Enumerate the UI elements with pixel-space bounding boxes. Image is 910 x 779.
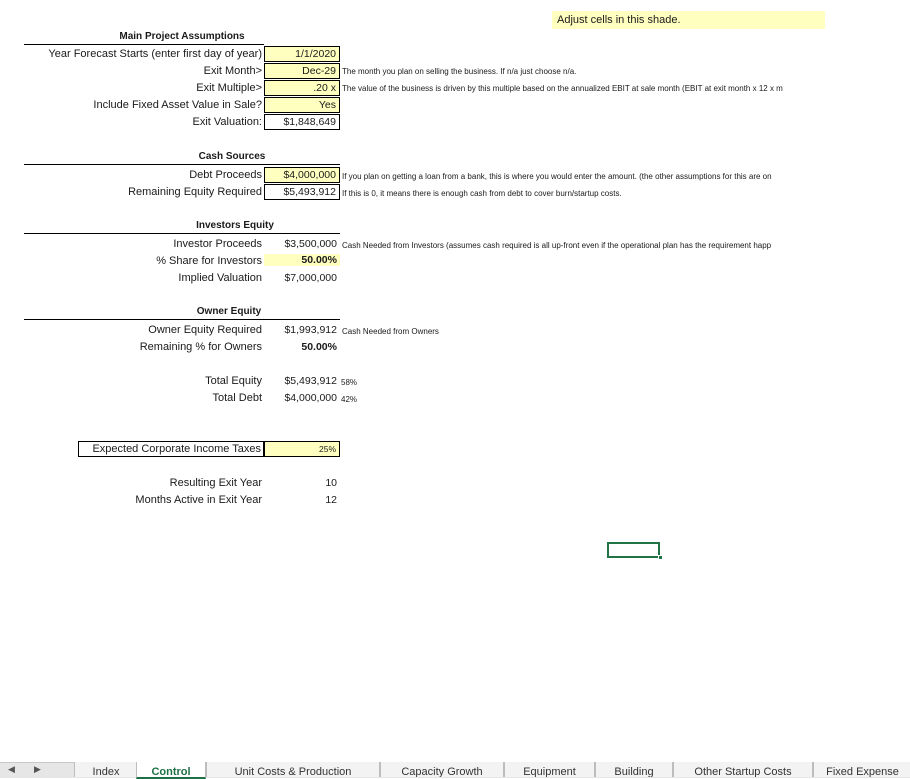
tab-capacity-growth[interactable]: Capacity Growth xyxy=(380,762,504,777)
label-exit-valuation: Exit Valuation: xyxy=(192,116,262,128)
label-forecast-start: Year Forecast Starts (enter first day of… xyxy=(48,48,262,60)
cell-owner-equity-required[interactable]: $1,993,912 xyxy=(264,324,337,336)
cell-total-equity[interactable]: $5,493,912 xyxy=(264,375,337,387)
cash-sources-rule xyxy=(24,164,340,165)
active-cell-selection[interactable] xyxy=(607,542,660,558)
investors-equity-rule xyxy=(24,233,340,234)
cell-exit-year[interactable]: 10 xyxy=(264,477,337,489)
label-exit-month: Exit Month> xyxy=(203,65,262,77)
cell-include-fixed-assets[interactable]: Yes xyxy=(264,97,340,113)
cell-investor-share[interactable]: 50.00% xyxy=(264,254,340,266)
owner-equity-rule xyxy=(24,319,340,320)
note-debt-proceeds: If you plan on getting a loan from a ban… xyxy=(342,172,772,181)
cell-exit-valuation[interactable]: $1,848,649 xyxy=(264,114,340,130)
cell-exit-month[interactable]: Dec-29 xyxy=(264,63,340,79)
tab-other-startup-costs[interactable]: Other Startup Costs xyxy=(673,762,813,777)
label-remaining-owners: Remaining % for Owners xyxy=(139,341,262,353)
input-legend-banner: Adjust cells in this shade. xyxy=(552,11,825,29)
label-debt-proceeds: Debt Proceeds xyxy=(189,169,262,181)
label-implied-valuation: Implied Valuation xyxy=(178,272,262,284)
tab-index[interactable]: Index xyxy=(74,762,138,777)
label-total-equity: Total Equity xyxy=(205,375,262,387)
label-total-debt: Total Debt xyxy=(212,392,262,404)
cell-remaining-equity[interactable]: $5,493,912 xyxy=(264,184,340,200)
scroll-tabs-left-icon[interactable]: ◀ xyxy=(8,764,15,775)
label-include-fixed-assets: Include Fixed Asset Value in Sale? xyxy=(93,99,262,111)
tab-fixed-expense[interactable]: Fixed Expense xyxy=(813,762,910,777)
owner-equity-title: Owner Equity xyxy=(196,306,262,317)
tab-building[interactable]: Building xyxy=(595,762,673,777)
label-investor-share: % Share for Investors xyxy=(156,255,262,267)
label-owner-equity-required: Owner Equity Required xyxy=(148,324,262,336)
tab-equipment[interactable]: Equipment xyxy=(504,762,595,777)
fill-handle[interactable] xyxy=(658,555,663,560)
note-exit-month: The month you plan on selling the busine… xyxy=(342,67,577,76)
scroll-tabs-right-icon[interactable]: ▶ xyxy=(34,764,41,775)
main-assumptions-rule xyxy=(24,44,264,45)
cell-forecast-start[interactable]: 1/1/2020 xyxy=(264,46,340,62)
cell-corporate-taxes[interactable]: 25% xyxy=(264,441,340,457)
note-investor-proceeds: Cash Needed from Investors (assumes cash… xyxy=(342,241,772,250)
cell-remaining-owners[interactable]: 50.00% xyxy=(264,341,337,353)
note-remaining-equity: If this is 0, it means there is enough c… xyxy=(342,189,622,198)
label-investor-proceeds: Investor Proceeds xyxy=(173,238,262,250)
label-corporate-taxes: Expected Corporate Income Taxes xyxy=(78,441,264,457)
label-months-active: Months Active in Exit Year xyxy=(135,494,262,506)
label-exit-year: Resulting Exit Year xyxy=(169,477,262,489)
cash-sources-title: Cash Sources xyxy=(198,151,266,162)
main-assumptions-title: Main Project Assumptions xyxy=(119,31,245,42)
label-remaining-equity: Remaining Equity Required xyxy=(128,186,262,198)
note-exit-multiple: The value of the business is driven by t… xyxy=(342,84,783,93)
cell-implied-valuation[interactable]: $7,000,000 xyxy=(264,272,337,284)
pct-total-debt: 42% xyxy=(341,395,358,404)
label-exit-multiple: Exit Multiple> xyxy=(196,82,262,94)
investors-equity-title: Investors Equity xyxy=(196,220,274,231)
pct-total-equity: 58% xyxy=(341,378,358,387)
tab-unit-costs-production[interactable]: Unit Costs & Production xyxy=(206,762,380,777)
cell-total-debt[interactable]: $4,000,000 xyxy=(264,392,337,404)
cell-exit-multiple[interactable]: .20 x xyxy=(264,80,340,96)
cell-investor-proceeds[interactable]: $3,500,000 xyxy=(264,238,337,250)
tab-control[interactable]: Control xyxy=(136,762,206,779)
cell-months-active[interactable]: 12 xyxy=(264,494,337,506)
note-owner-equity: Cash Needed from Owners xyxy=(342,327,439,336)
cell-debt-proceeds[interactable]: $4,000,000 xyxy=(264,167,340,183)
